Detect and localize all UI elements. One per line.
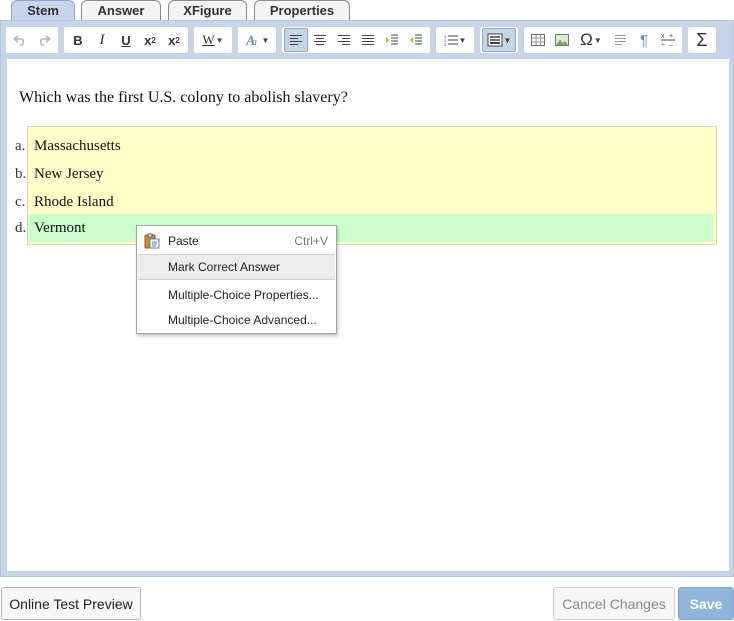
list-group: 123 ▼ bbox=[435, 26, 475, 54]
indent-icon[interactable] bbox=[380, 28, 404, 52]
font-color-group: W ▼ bbox=[193, 26, 233, 54]
question-stem: Which was the first U.S. colony to aboli… bbox=[19, 89, 348, 106]
math-sum-icon[interactable]: Σ bbox=[690, 28, 714, 52]
line-spacing-icon[interactable] bbox=[608, 28, 632, 52]
font-color-glyph: W bbox=[202, 32, 215, 47]
text-style-group: Aa ▼ bbox=[237, 26, 277, 54]
choice-text: Vermont bbox=[34, 220, 86, 236]
choice-a[interactable]: a. Massachusetts bbox=[7, 132, 729, 160]
menu-item-paste[interactable]: Paste Ctrl+V bbox=[138, 228, 335, 254]
fraction-icon[interactable]: x + ÷ – bbox=[656, 28, 680, 52]
menu-item-label: Paste bbox=[168, 234, 199, 248]
svg-text:–: – bbox=[669, 42, 673, 48]
paragraph-mark-icon[interactable]: ¶ bbox=[632, 28, 656, 52]
image-icon[interactable] bbox=[550, 28, 574, 52]
italic-icon[interactable]: I bbox=[90, 28, 114, 52]
editor-content-area[interactable]: Which was the first U.S. colony to aboli… bbox=[7, 59, 729, 571]
menu-item-label: Mark Correct Answer bbox=[168, 260, 281, 274]
history-group bbox=[5, 26, 59, 54]
choice-c[interactable]: c. Rhode Island bbox=[7, 188, 729, 216]
choice-text: Massachusetts bbox=[34, 138, 121, 154]
choice-d[interactable]: d. Vermont bbox=[7, 214, 729, 242]
svg-text:a: a bbox=[252, 37, 257, 47]
correct-answer-highlight bbox=[28, 214, 713, 242]
editor-tabs: Stem Answer XFigure Properties bbox=[0, 0, 734, 20]
menu-item-shortcut: Ctrl+V bbox=[294, 234, 328, 248]
multiple-choice-layout-icon[interactable]: ▼ bbox=[482, 28, 516, 52]
tab-properties[interactable]: Properties bbox=[254, 0, 350, 20]
align-right-icon[interactable] bbox=[332, 28, 356, 52]
svg-text:x: x bbox=[661, 33, 665, 40]
choice-letter: d. bbox=[15, 220, 27, 236]
math-group: Σ bbox=[687, 26, 717, 54]
cancel-changes-button[interactable]: Cancel Changes bbox=[553, 587, 675, 620]
superscript-icon[interactable]: x2 bbox=[162, 28, 186, 52]
bold-icon[interactable]: B bbox=[66, 28, 90, 52]
editor-toolbar: B I U x2 x2 W ▼ Aa ▼ 1 2 3 ▼ ▼ Ω ▼ ¶ x +… bbox=[5, 25, 729, 55]
text-style-icon[interactable]: Aa ▼ bbox=[240, 28, 274, 52]
rich-text-editor: B I U x2 x2 W ▼ Aa ▼ 1 2 3 ▼ ▼ Ω ▼ ¶ x +… bbox=[0, 20, 734, 577]
tab-xfigure[interactable]: XFigure bbox=[168, 0, 247, 20]
mc-layout-group: ▼ bbox=[479, 26, 519, 54]
omega-glyph: Ω bbox=[580, 30, 593, 49]
chevron-down-icon: ▼ bbox=[593, 35, 602, 45]
chevron-down-icon: ▼ bbox=[458, 35, 467, 45]
svg-text:+: + bbox=[669, 33, 673, 40]
chevron-down-icon: ▼ bbox=[503, 35, 512, 45]
tab-stem[interactable]: Stem bbox=[11, 0, 75, 20]
alignment-group bbox=[281, 26, 431, 54]
choice-letter: b. bbox=[15, 166, 27, 182]
chevron-down-icon: ▼ bbox=[215, 35, 224, 45]
paste-icon bbox=[144, 233, 160, 249]
choice-letter: c. bbox=[15, 194, 26, 210]
font-color-icon[interactable]: W ▼ bbox=[196, 28, 230, 52]
format-group: B I U x2 x2 bbox=[63, 26, 189, 54]
save-button[interactable]: Save bbox=[678, 587, 734, 620]
tab-answer[interactable]: Answer bbox=[81, 0, 161, 20]
choice-b[interactable]: b. New Jersey bbox=[7, 160, 729, 188]
table-icon[interactable] bbox=[526, 28, 550, 52]
online-test-preview-button[interactable]: Online Test Preview bbox=[1, 587, 141, 620]
numbered-list-icon[interactable]: 123 ▼ bbox=[438, 28, 472, 52]
outdent-icon[interactable] bbox=[404, 28, 428, 52]
special-characters-icon[interactable]: Ω ▼ bbox=[574, 28, 608, 52]
undo-icon[interactable] bbox=[8, 28, 32, 52]
choice-letter: a. bbox=[15, 138, 26, 154]
svg-text:÷: ÷ bbox=[661, 42, 665, 48]
redo-icon[interactable] bbox=[32, 28, 56, 52]
insert-group: Ω ▼ ¶ x + ÷ – bbox=[523, 26, 683, 54]
justify-icon[interactable] bbox=[356, 28, 380, 52]
context-menu: Paste Ctrl+V Mark Correct Answer Multipl… bbox=[136, 225, 337, 334]
menu-item-label: Multiple-Choice Properties... bbox=[168, 288, 319, 302]
svg-text:3: 3 bbox=[444, 42, 447, 46]
menu-item-label: Multiple-Choice Advanced... bbox=[168, 313, 317, 327]
chevron-down-icon: ▼ bbox=[261, 35, 270, 45]
menu-item-mc-advanced[interactable]: Multiple-Choice Advanced... bbox=[138, 307, 335, 333]
menu-item-mark-correct-answer[interactable]: Mark Correct Answer bbox=[138, 254, 335, 280]
choice-text: New Jersey bbox=[34, 166, 104, 182]
menu-item-mc-properties[interactable]: Multiple-Choice Properties... bbox=[138, 282, 335, 308]
choice-text: Rhode Island bbox=[34, 194, 114, 210]
subscript-icon[interactable]: x2 bbox=[138, 28, 162, 52]
align-left-icon[interactable] bbox=[284, 28, 308, 52]
underline-icon[interactable]: U bbox=[114, 28, 138, 52]
align-center-icon[interactable] bbox=[308, 28, 332, 52]
